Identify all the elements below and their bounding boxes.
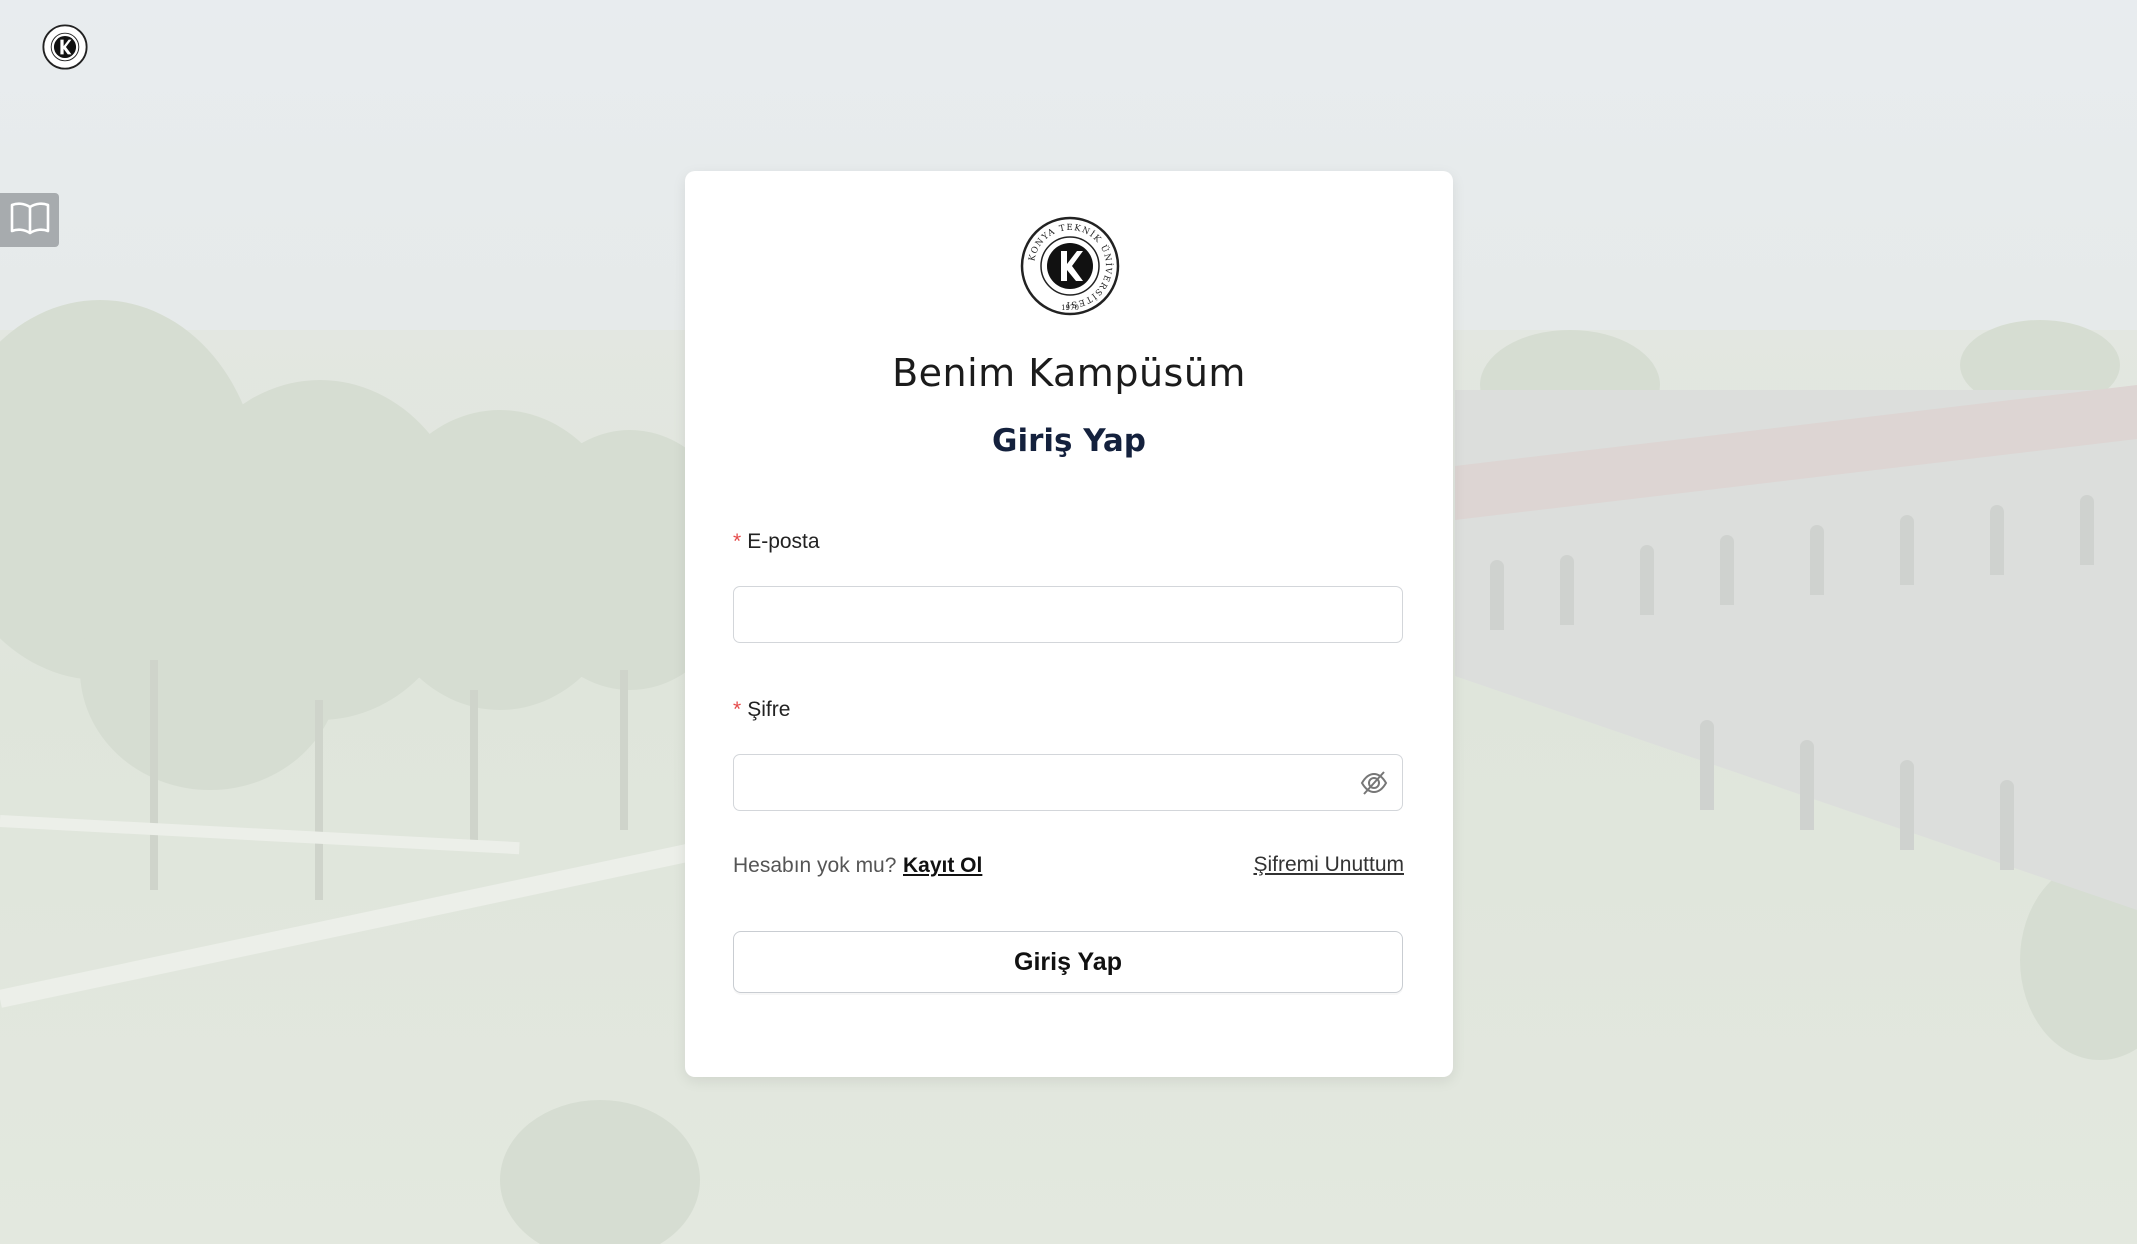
email-label: * E-posta: [733, 530, 820, 554]
form-title: Giriş Yap: [992, 423, 1146, 459]
required-mark: *: [733, 530, 742, 553]
login-card: KONYA TEKNİK ÜNİVERSİTESİ 1970 Benim Kam…: [685, 171, 1453, 1077]
email-label-text: E-posta: [747, 530, 820, 553]
side-tab-button[interactable]: [0, 193, 59, 247]
no-account-text: Hesabın yok mu?: [733, 854, 897, 877]
required-mark: *: [733, 698, 742, 721]
book-icon: [9, 201, 51, 240]
seal-year: 1970: [1061, 304, 1079, 312]
corner-logo-icon[interactable]: [42, 24, 88, 70]
university-seal-icon: KONYA TEKNİK ÜNİVERSİTESİ 1970: [1020, 216, 1120, 316]
login-button[interactable]: Giriş Yap: [733, 931, 1403, 993]
password-label-text: Şifre: [747, 698, 791, 721]
password-label: * Şifre: [733, 698, 790, 722]
app-title: Benim Kampüsüm: [892, 351, 1246, 395]
forgot-password-link[interactable]: Şifremi Unuttum: [1253, 853, 1404, 877]
email-field[interactable]: [733, 586, 1403, 643]
register-link[interactable]: Kayıt Ol: [903, 854, 982, 878]
eye-slash-icon[interactable]: [1359, 768, 1389, 798]
password-field[interactable]: [733, 754, 1403, 811]
